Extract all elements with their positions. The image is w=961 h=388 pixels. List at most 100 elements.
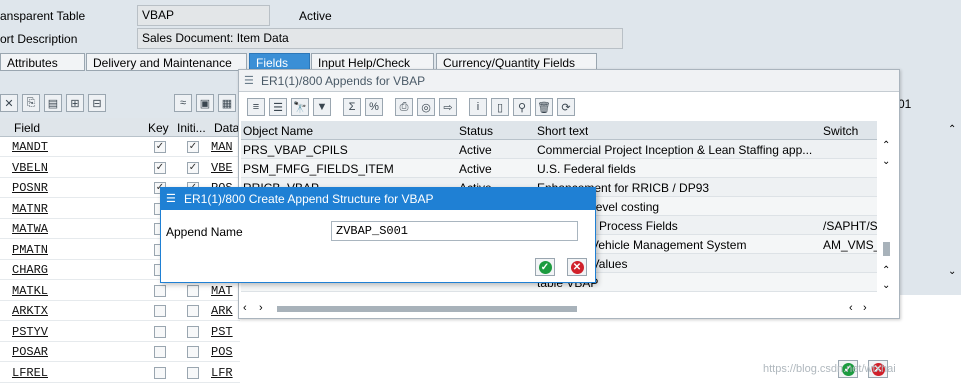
field-name[interactable]: MATKL: [12, 284, 48, 298]
delete-icon[interactable]: 🗑: [535, 98, 553, 116]
subtotal-icon[interactable]: %: [365, 98, 383, 116]
create-icon[interactable]: ▯: [491, 98, 509, 116]
field-name[interactable]: MANDT: [12, 140, 48, 154]
tab-attributes[interactable]: Attributes: [0, 53, 85, 71]
scroll-left-icon[interactable]: ‹: [243, 302, 247, 314]
appends-hscroll[interactable]: ‹ › ‹ ›: [241, 302, 877, 316]
scroll-up-icon[interactable]: ⌃: [882, 140, 890, 151]
table-row[interactable]: MANDT ✓ ✓ MAN: [0, 137, 240, 157]
window-icon: ☰: [244, 75, 254, 87]
insert-row-icon[interactable]: ⊞: [66, 94, 84, 112]
table-row[interactable]: PSTYV PST: [0, 322, 240, 342]
table-row[interactable]: POSAR POS: [0, 342, 240, 362]
filter-top-icon[interactable]: ☰: [269, 98, 287, 116]
scroll-down2-icon[interactable]: ⌄: [882, 280, 890, 291]
key-checkbox[interactable]: [154, 346, 166, 358]
appends-header: Object Name Status Short text Switch: [241, 121, 877, 140]
confirm-button[interactable]: ✓: [535, 258, 555, 276]
field-name[interactable]: VBELN: [12, 161, 48, 175]
main-scroll-up-icon[interactable]: ⌃: [948, 124, 956, 135]
col-field-header[interactable]: Field: [14, 121, 40, 135]
save-icon[interactable]: ▣: [196, 94, 214, 112]
key-checkbox[interactable]: [154, 366, 166, 379]
description-field[interactable]: Sales Document: Item Data: [137, 28, 623, 49]
align-icon[interactable]: ≡: [247, 98, 265, 116]
grid-header: Field Key Initi... Data: [0, 118, 240, 137]
switch-cell: /SAPHT/S: [823, 219, 877, 233]
field-name[interactable]: POSNR: [12, 181, 48, 195]
object-name: PSM_FMFG_FIELDS_ITEM: [243, 162, 394, 176]
col-key-header[interactable]: Key: [148, 121, 169, 135]
table-row[interactable]: MATKL MAT: [0, 281, 240, 301]
initial-checkbox[interactable]: [187, 366, 199, 379]
refresh-icon[interactable]: ⟳: [557, 98, 575, 116]
key-checkbox[interactable]: ✓: [154, 161, 166, 174]
data-element[interactable]: MAT: [211, 284, 239, 298]
delete-line-icon[interactable]: ⊟: [88, 94, 106, 112]
field-name[interactable]: ARKTX: [12, 304, 48, 318]
field-name[interactable]: PMATN: [12, 243, 48, 257]
append-row[interactable]: PSM_FMFG_FIELDS_ITEM Active U.S. Federal f…: [241, 159, 877, 178]
scroll-down-icon[interactable]: ⌄: [882, 156, 890, 167]
scroll-up2-icon[interactable]: ⌃: [882, 265, 890, 276]
field-name[interactable]: PSTYV: [12, 325, 48, 339]
data-element[interactable]: LFR: [211, 366, 239, 380]
tab-delivery-maintenance[interactable]: Delivery and Maintenance: [86, 53, 247, 71]
table-row[interactable]: VBELN ✓ ✓ VBE: [0, 158, 240, 178]
table-row[interactable]: ARKTX ARK: [0, 301, 240, 321]
hscroll-thumb[interactable]: [277, 306, 577, 312]
col-data-header[interactable]: Data: [214, 121, 239, 135]
col-status[interactable]: Status: [459, 124, 493, 138]
data-element[interactable]: PST: [211, 325, 239, 339]
col-init-header[interactable]: Initi...: [177, 121, 206, 135]
initial-checkbox[interactable]: [187, 284, 199, 297]
appends-vscroll[interactable]: ⌃ ⌄ ⌃ ⌄: [879, 140, 895, 292]
main-scroll-down-icon[interactable]: ⌄: [948, 266, 956, 277]
data-element[interactable]: MAN: [211, 140, 239, 154]
initial-checkbox[interactable]: ✓: [187, 161, 199, 174]
col-short-text[interactable]: Short text: [537, 124, 588, 138]
info-icon[interactable]: i: [469, 98, 487, 116]
vscroll-thumb[interactable]: [883, 242, 890, 256]
key-checkbox[interactable]: [154, 284, 166, 297]
field-name[interactable]: MATWA: [12, 222, 48, 236]
table-icon[interactable]: ▦: [218, 94, 236, 112]
find-icon[interactable]: 🔭: [291, 98, 309, 116]
scroll-right2-icon[interactable]: ›: [863, 302, 867, 314]
table-row[interactable]: LFREL LFR: [0, 363, 240, 383]
scroll-right-icon[interactable]: ›: [259, 302, 263, 314]
field-name[interactable]: CHARG: [12, 263, 48, 277]
col-switch[interactable]: Switch: [823, 124, 858, 138]
views-icon[interactable]: ◎: [417, 98, 435, 116]
field-name[interactable]: POSAR: [12, 345, 48, 359]
copy-icon[interactable]: ⎘: [22, 94, 40, 112]
filter-icon[interactable]: ▼: [313, 98, 331, 116]
data-element[interactable]: ARK: [211, 304, 239, 318]
table-name-field[interactable]: VBAP: [137, 5, 270, 26]
key-checkbox[interactable]: [154, 305, 166, 317]
paste-icon[interactable]: ▤: [44, 94, 62, 112]
main-vscroll[interactable]: ⌃ ⌄: [944, 116, 961, 296]
export-icon[interactable]: ⇨: [439, 98, 457, 116]
append-row[interactable]: PRS_VBAP_CPILS Active Commercial Project I…: [241, 140, 877, 159]
delete-row-icon[interactable]: ✕: [0, 94, 18, 112]
display-icon[interactable]: ⚲: [513, 98, 531, 116]
collapse-icon[interactable]: ≈: [174, 94, 192, 112]
initial-checkbox[interactable]: ✓: [187, 141, 199, 153]
append-name-field[interactable]: ZVBAP_S001: [331, 221, 578, 241]
field-name[interactable]: MATNR: [12, 202, 48, 216]
initial-checkbox[interactable]: [187, 325, 199, 338]
watermark: https://blog.csdn.net/wtxhai: [763, 363, 896, 375]
print-icon[interactable]: ⎙: [395, 98, 413, 116]
data-element[interactable]: POS: [211, 345, 239, 359]
key-checkbox[interactable]: ✓: [154, 141, 166, 153]
field-name[interactable]: LFREL: [12, 366, 48, 380]
sum-icon[interactable]: Σ: [343, 98, 361, 116]
col-object-name[interactable]: Object Name: [243, 124, 313, 138]
initial-checkbox[interactable]: [187, 305, 199, 317]
key-checkbox[interactable]: [154, 325, 166, 338]
cancel-button[interactable]: ✕: [567, 258, 587, 276]
initial-checkbox[interactable]: [187, 346, 199, 358]
scroll-left2-icon[interactable]: ‹: [849, 302, 853, 314]
data-element[interactable]: VBE: [211, 161, 239, 175]
